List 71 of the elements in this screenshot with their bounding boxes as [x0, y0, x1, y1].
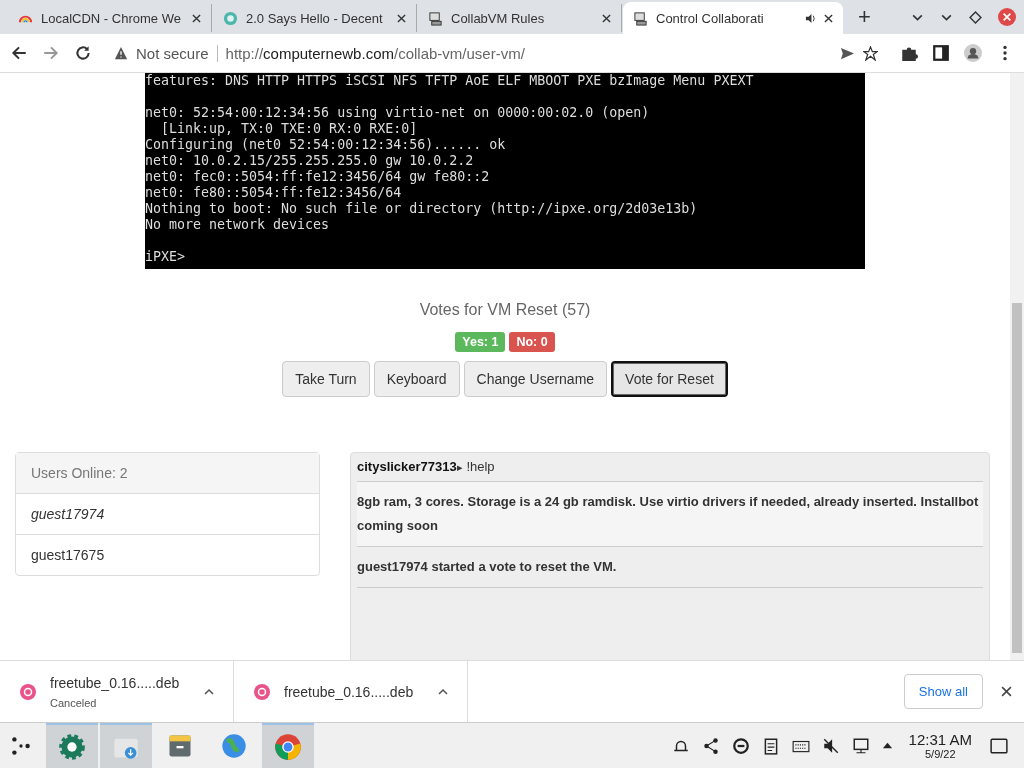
- action-button[interactable]: Vote for Reset: [611, 361, 728, 397]
- close-icon[interactable]: [397, 13, 406, 23]
- users-heading: Users Online: 2: [16, 453, 319, 494]
- scrollbar[interactable]: [1010, 73, 1024, 660]
- globe-icon: [223, 10, 238, 26]
- clock-time: 12:31 AM: [908, 731, 972, 748]
- console-line: net0: fe80::5054:ff:fe12:3456/64: [145, 185, 403, 201]
- action-button[interactable]: Keyboard: [373, 361, 460, 397]
- vm-screen[interactable]: [145, 73, 865, 269]
- send-icon[interactable]: [840, 45, 855, 61]
- user-list-item[interactable]: guest17675: [16, 535, 319, 575]
- console-line: net0: 52:54:00:12:34:56 using virtio-net on 0000:00:02.0 (open): [145, 105, 651, 121]
- star-icon[interactable]: [863, 45, 878, 61]
- taskbar-app[interactable]: [46, 722, 98, 768]
- browser-tab[interactable]: 2.0 Says Hello - Decent: [213, 4, 417, 32]
- muted-speaker-icon[interactable]: [821, 736, 840, 755]
- side-panel-icon[interactable]: [932, 44, 950, 62]
- browser-tab[interactable]: Control Collaborati: [623, 2, 843, 34]
- share-icon[interactable]: [701, 736, 720, 755]
- download-filename: freetube_0.16.....deb: [284, 683, 415, 700]
- tab-title: LocalCDN - Chrome We: [41, 10, 182, 26]
- tab-title: 2.0 Says Hello - Decent: [246, 10, 384, 26]
- browser-tab[interactable]: LocalCDN - Chrome We: [8, 4, 212, 32]
- tab-title: Control Collaborati: [656, 10, 765, 26]
- console-line: No more network devices: [145, 217, 331, 233]
- tab-title: CollabVM Rules: [451, 10, 546, 26]
- security-label: Not secure: [136, 44, 218, 62]
- yes-count-label: Yes: 1: [455, 332, 506, 352]
- close-icon[interactable]: [1001, 686, 1012, 697]
- swirl-icon: [254, 683, 270, 700]
- browser-tab[interactable]: CollabVM Rules: [418, 4, 622, 32]
- globe-icon: [220, 731, 248, 760]
- browser-logo-icon: [274, 732, 302, 761]
- close-icon[interactable]: [192, 13, 201, 23]
- maximize-icon[interactable]: [969, 10, 982, 24]
- warning-icon: [114, 46, 128, 60]
- forward-arrow-icon[interactable]: [42, 44, 60, 62]
- network-icon[interactable]: [851, 736, 870, 755]
- no-count-label: No: 0: [509, 332, 555, 352]
- action-button[interactable]: Change Username: [463, 361, 608, 397]
- user-list-item[interactable]: guest17974: [16, 494, 319, 535]
- show-all-button[interactable]: Show all: [903, 674, 983, 709]
- launcher-icon[interactable]: [10, 734, 32, 757]
- computer-icon: [428, 10, 443, 26]
- download-status: Canceled: [50, 696, 98, 709]
- vote-title: Votes for VM Reset (57): [419, 301, 591, 319]
- console-line: Configuring (net0 52:54:00:12:34:56)...... ok: [145, 137, 507, 153]
- taskbar-app[interactable]: [262, 722, 314, 768]
- console-line: net0: fec0::5054:ff:fe12:3456/64 gw fe80::2: [145, 169, 491, 185]
- chat-notice: 8gb ram, 3 cores. Storage is a 24 gb ramdisk. Use virtio drivers if needed, already inserted. Installbot coming soon: [357, 482, 983, 547]
- swirl-icon: [20, 683, 36, 700]
- clock-date: 5/9/22: [925, 748, 956, 760]
- console-line: net0: 10.0.2.15/255.255.255.0 gw 10.0.2.2: [145, 153, 475, 169]
- back-arrow-icon[interactable]: [10, 44, 28, 62]
- close-icon[interactable]: [824, 13, 833, 23]
- profile-avatar-icon[interactable]: [964, 44, 982, 62]
- computer-icon: [633, 10, 648, 26]
- close-icon[interactable]: [602, 13, 611, 23]
- reload-icon[interactable]: [74, 44, 92, 62]
- console-line: iPXE>: [145, 249, 187, 265]
- action-button[interactable]: Take Turn: [282, 361, 370, 397]
- download-filename: freetube_0.16.....deb: [50, 674, 181, 691]
- expand-up-icon[interactable]: [881, 740, 893, 751]
- gear-icon: [58, 732, 86, 761]
- taskbar-app[interactable]: [100, 722, 152, 768]
- notification-icon[interactable]: [990, 736, 1008, 755]
- url-text: http://computernewb.com/collab-vm/user-vm/: [225, 44, 526, 62]
- console-line: [Link:up, TX:0 TXE:0 RX:0 RXE:0]: [160, 121, 419, 137]
- console-line: features: DNS HTTP HTTPS iSCSI NFS TFTP AoE ELF MBOOT PXE bzImage Menu PXEXT: [145, 73, 755, 89]
- console-line: Nothing to boot: No such file or directory (http://ipxe.org/2d03e13b): [145, 201, 699, 217]
- new-tab-button[interactable]: +: [844, 4, 885, 34]
